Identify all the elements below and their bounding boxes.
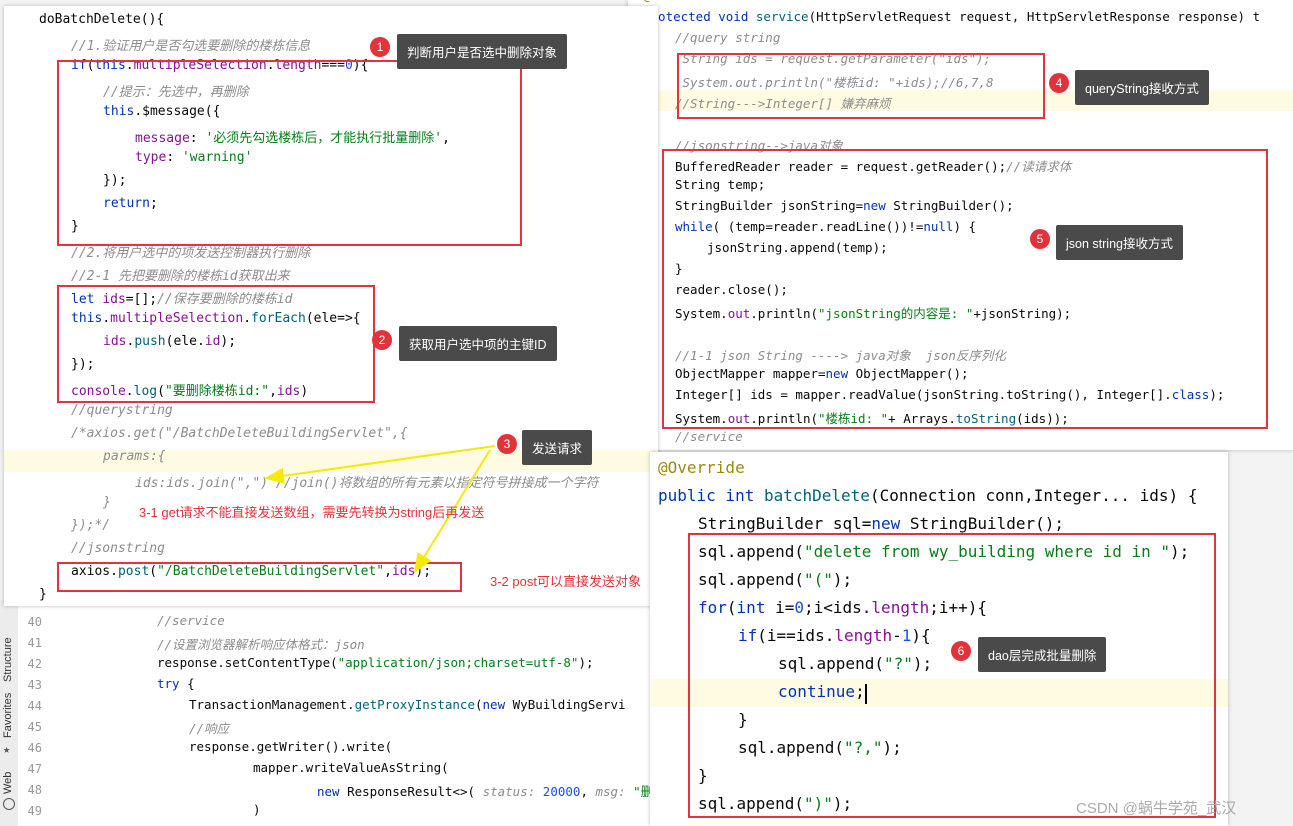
request-arrows [264, 445, 496, 574]
callout-badge-6: 6 [951, 641, 971, 661]
csdn-watermark: CSDN @蜗牛学苑_武汉 [1076, 800, 1237, 817]
callout-badge-4: 4 [1049, 73, 1069, 93]
callout-badge-2: 2 [372, 330, 392, 350]
callout-label-3: 发送请求 [522, 430, 593, 465]
callout-badge-3: 3 [497, 434, 517, 454]
arrow-to-get [264, 445, 496, 484]
callout-label-5: json string接收方式 [1056, 225, 1183, 260]
callout-label-4: queryString接收方式 [1075, 70, 1209, 105]
callout-badge-5: 5 [1030, 229, 1050, 249]
callout-label-2: 获取用户选中项的主键ID [399, 326, 557, 361]
callout-badge-1: 1 [370, 37, 390, 57]
callout-label-1: 判断用户是否选中删除对象 [397, 34, 568, 69]
note-post-request: 3-2 post可以直接发送对象 [490, 574, 641, 589]
callout-label-6: dao层完成批量删除 [978, 637, 1107, 672]
note-get-request: 3-1 get请求不能直接发送数组，需要先转换为string后再发送 [139, 505, 485, 520]
